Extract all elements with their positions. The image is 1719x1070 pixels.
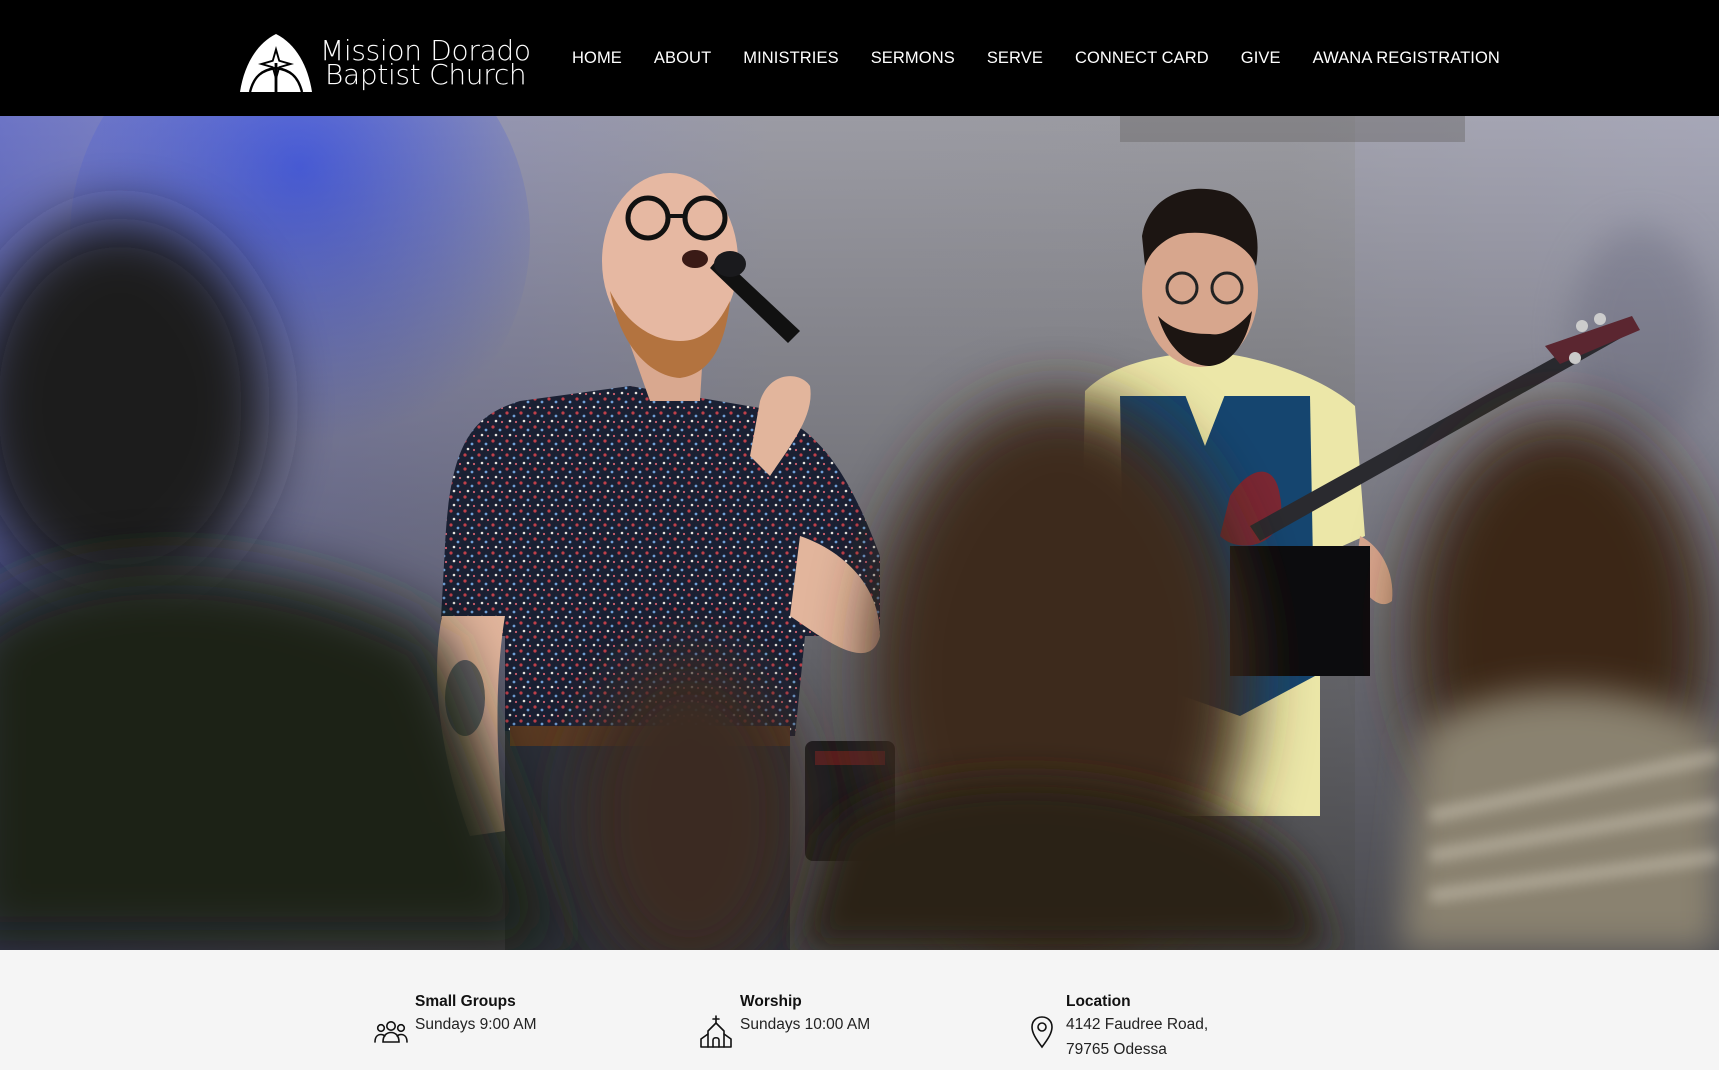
location-address-line-2[interactable]: 79765 Odessa [1066,1037,1208,1062]
small-groups-text: Small Groups Sundays 9:00 AM [415,992,537,1037]
logo-text: Mission Dorado Baptist Church [320,37,531,91]
nav-ministries[interactable]: MINISTRIES [743,49,838,68]
church-arch-star-logo-icon [240,34,312,93]
main-nav: HOME ABOUT MINISTRIES SERMONS SERVE CONN… [572,44,1500,72]
small-groups-time: Sundays 9:00 AM [415,1016,537,1033]
hero-banner [0,116,1719,950]
site-logo[interactable]: Mission Dorado Baptist Church [238,30,531,96]
nav-give[interactable]: GIVE [1241,49,1281,68]
map-pin-icon [1031,1016,1053,1049]
worship-title: Worship [740,993,802,1010]
nav-home[interactable]: HOME [572,49,622,68]
location-text: Location 4142 Faudree Road, 79765 Odessa [1066,992,1208,1062]
location-address-line-1[interactable]: 4142 Faudree Road, [1066,1012,1208,1037]
nav-connect-card[interactable]: CONNECT CARD [1075,49,1209,68]
service-info-bar: Small Groups Sundays 9:00 AM Worship Sun… [0,950,1719,1070]
logo-line-2: Baptist Church [325,58,527,91]
nav-about[interactable]: ABOUT [654,49,711,68]
site-header: Mission Dorado Baptist Church HOME ABOUT… [0,0,1719,116]
church-icon [700,1015,732,1048]
nav-awana-registration[interactable]: AWANA REGISTRATION [1313,49,1500,68]
location-title: Location [1066,993,1131,1010]
worship-leader-singing-with-bassist-photo [0,116,1719,950]
worship-time: Sundays 10:00 AM [740,1016,871,1033]
worship-text: Worship Sundays 10:00 AM [740,992,870,1037]
small-groups-title: Small Groups [415,993,516,1010]
nav-sermons[interactable]: SERMONS [871,49,955,68]
nav-serve[interactable]: SERVE [987,49,1043,68]
people-group-icon [374,1021,408,1043]
